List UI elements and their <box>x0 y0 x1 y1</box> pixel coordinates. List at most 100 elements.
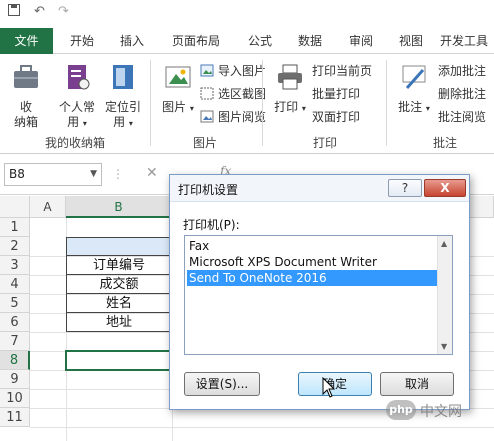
image-button[interactable]: 图片 ▾ <box>158 62 198 116</box>
row-header-4[interactable]: 4 <box>0 275 30 294</box>
print-button[interactable]: 打印 ▾ <box>270 62 310 116</box>
storage-box-button[interactable]: 收 纳箱 <box>6 62 46 130</box>
chevron-down-icon: ▾ <box>128 119 133 128</box>
column-header-b[interactable]: B <box>66 196 172 218</box>
undo-icon[interactable]: ↶ <box>34 4 45 19</box>
row-header-1[interactable]: 1 <box>0 218 30 237</box>
locate-reference-button[interactable]: 定位引 用 ▾ <box>100 62 146 131</box>
row-header-5[interactable]: 5 <box>0 294 30 313</box>
tab-formulas[interactable]: 公式 <box>238 28 282 54</box>
mouse-cursor-icon <box>322 376 336 402</box>
redo-icon[interactable]: ↷ <box>58 4 69 19</box>
batch-print-button[interactable]: 批量打印 <box>312 85 360 103</box>
scroll-down-icon[interactable]: ▼ <box>441 342 447 351</box>
duplex-print-button[interactable]: 双面打印 <box>312 108 360 126</box>
screenshot-icon <box>200 87 214 100</box>
duplex-print-label: 双面打印 <box>312 110 361 124</box>
cell-b6[interactable]: 地址 <box>66 313 172 332</box>
ribbon-separator <box>150 60 151 146</box>
row-header-3[interactable]: 3 <box>0 256 30 275</box>
drag-handle-icon[interactable]: ⋮ <box>112 167 124 181</box>
name-box[interactable]: B8 ▼ <box>4 163 102 186</box>
tab-home[interactable]: 开始 <box>60 28 104 54</box>
printer-icon <box>270 62 310 96</box>
cancel-button[interactable]: 取消 <box>380 372 454 396</box>
tab-review[interactable]: 审阅 <box>339 28 383 54</box>
delete-comment-button[interactable]: 删除批注 <box>438 85 486 103</box>
print-current-page-button[interactable]: 打印当前页 <box>312 62 372 80</box>
pen-comment-icon <box>394 62 434 96</box>
table-header-cell-b2[interactable] <box>66 237 172 256</box>
title-bar: ↶ ↷ <box>0 0 494 28</box>
import-image-button[interactable]: 导入图片 <box>200 62 266 80</box>
chevron-down-icon: ▾ <box>301 104 306 113</box>
row-header-2[interactable]: 2 <box>0 237 30 256</box>
tab-file[interactable]: 文件 <box>0 28 53 54</box>
printer-item-fax[interactable]: Fax <box>187 238 437 254</box>
tab-view[interactable]: 视图 <box>389 28 433 54</box>
area-screenshot-label: 选区截图 <box>218 87 267 101</box>
review-comment-button[interactable]: 批注阅览 <box>438 108 486 126</box>
add-comment-label: 添加批注 <box>438 64 487 78</box>
picture-icon <box>158 62 198 96</box>
printer-settings-dialog: 打印机设置 ? X 打印机(P): Fax Microsoft XPS Docu… <box>169 174 470 410</box>
personal-doc-icon <box>54 62 100 96</box>
group-label-image: 图片 <box>192 136 217 150</box>
tab-page-layout[interactable]: 页面布局 <box>163 28 229 54</box>
dialog-titlebar[interactable]: 打印机设置 ? X <box>170 175 469 202</box>
printer-list-scrollbar[interactable]: ▲ ▼ <box>437 236 452 354</box>
personal-common-label-2: 用 <box>67 115 80 129</box>
chevron-down-icon[interactable]: ▼ <box>90 164 97 185</box>
printer-list[interactable]: Fax Microsoft XPS Document Writer Send T… <box>184 235 453 355</box>
image-button-label: 图片 <box>162 100 187 114</box>
name-box-value: B8 <box>9 167 25 181</box>
row-header-7[interactable]: 7 <box>0 332 30 351</box>
scroll-up-icon[interactable]: ▲ <box>441 239 447 248</box>
printer-item-onenote[interactable]: Send To OneNote 2016 <box>187 270 437 286</box>
import-image-icon <box>200 64 214 77</box>
row-header-10[interactable]: 10 <box>0 389 30 408</box>
tab-developer[interactable]: 开发工具 <box>440 28 494 54</box>
comment-button[interactable]: 批注 ▾ <box>394 62 434 116</box>
group-label-comment: 批注 <box>432 136 457 150</box>
chevron-down-icon: ▾ <box>82 119 87 128</box>
tab-insert[interactable]: 插入 <box>110 28 154 54</box>
row-header-9[interactable]: 9 <box>0 370 30 389</box>
delete-comment-label: 删除批注 <box>438 87 487 101</box>
locate-reference-icon <box>100 62 146 96</box>
php-logo-icon: php <box>386 400 416 420</box>
cell-b5[interactable]: 姓名 <box>66 294 172 313</box>
batch-print-label: 批量打印 <box>312 87 361 101</box>
watermark-text: 中文网 <box>420 404 462 420</box>
ribbon: 收 纳箱 个人常 用 ▾ 定位引 用 ▾ 我的收纳箱 图片 ▾ 导入图片 选区截… <box>0 54 494 154</box>
select-all-corner[interactable] <box>0 196 30 218</box>
personal-common-button[interactable]: 个人常 用 ▾ <box>54 62 100 131</box>
tab-data[interactable]: 数据 <box>288 28 332 54</box>
watermark: php 中文网 <box>386 397 486 423</box>
cancel-icon[interactable]: ✕ <box>146 165 158 181</box>
save-icon[interactable] <box>8 4 20 20</box>
area-screenshot-button[interactable]: 选区截图 <box>200 85 266 103</box>
row-header-11[interactable]: 11 <box>0 408 30 427</box>
locate-reference-label-1: 定位引 <box>104 100 141 114</box>
row-header-8[interactable]: 8 <box>0 351 30 370</box>
cell-b3[interactable]: 订单编号 <box>66 256 172 275</box>
ribbon-separator <box>262 60 263 146</box>
import-image-label: 导入图片 <box>218 64 267 78</box>
help-button[interactable]: ? <box>388 179 422 197</box>
active-cell-b8[interactable] <box>65 350 173 371</box>
row-header-6[interactable]: 6 <box>0 313 30 332</box>
column-header-a[interactable]: A <box>30 196 66 218</box>
image-preview-button[interactable]: 图片阅览 <box>200 108 266 126</box>
settings-button[interactable]: 设置(S)... <box>184 372 260 396</box>
add-comment-button[interactable]: 添加批注 <box>438 62 486 80</box>
group-label-print: 打印 <box>312 136 337 150</box>
briefcase-icon <box>6 62 46 96</box>
locate-reference-label-2: 用 <box>113 115 126 129</box>
close-button[interactable]: X <box>424 179 466 197</box>
storage-box-label-1: 收 <box>19 100 32 114</box>
printer-item-xps[interactable]: Microsoft XPS Document Writer <box>187 254 437 270</box>
ribbon-separator <box>386 60 387 146</box>
cell-b4[interactable]: 成交额 <box>66 275 172 294</box>
group-label-my-box: 我的收纳箱 <box>44 136 105 150</box>
